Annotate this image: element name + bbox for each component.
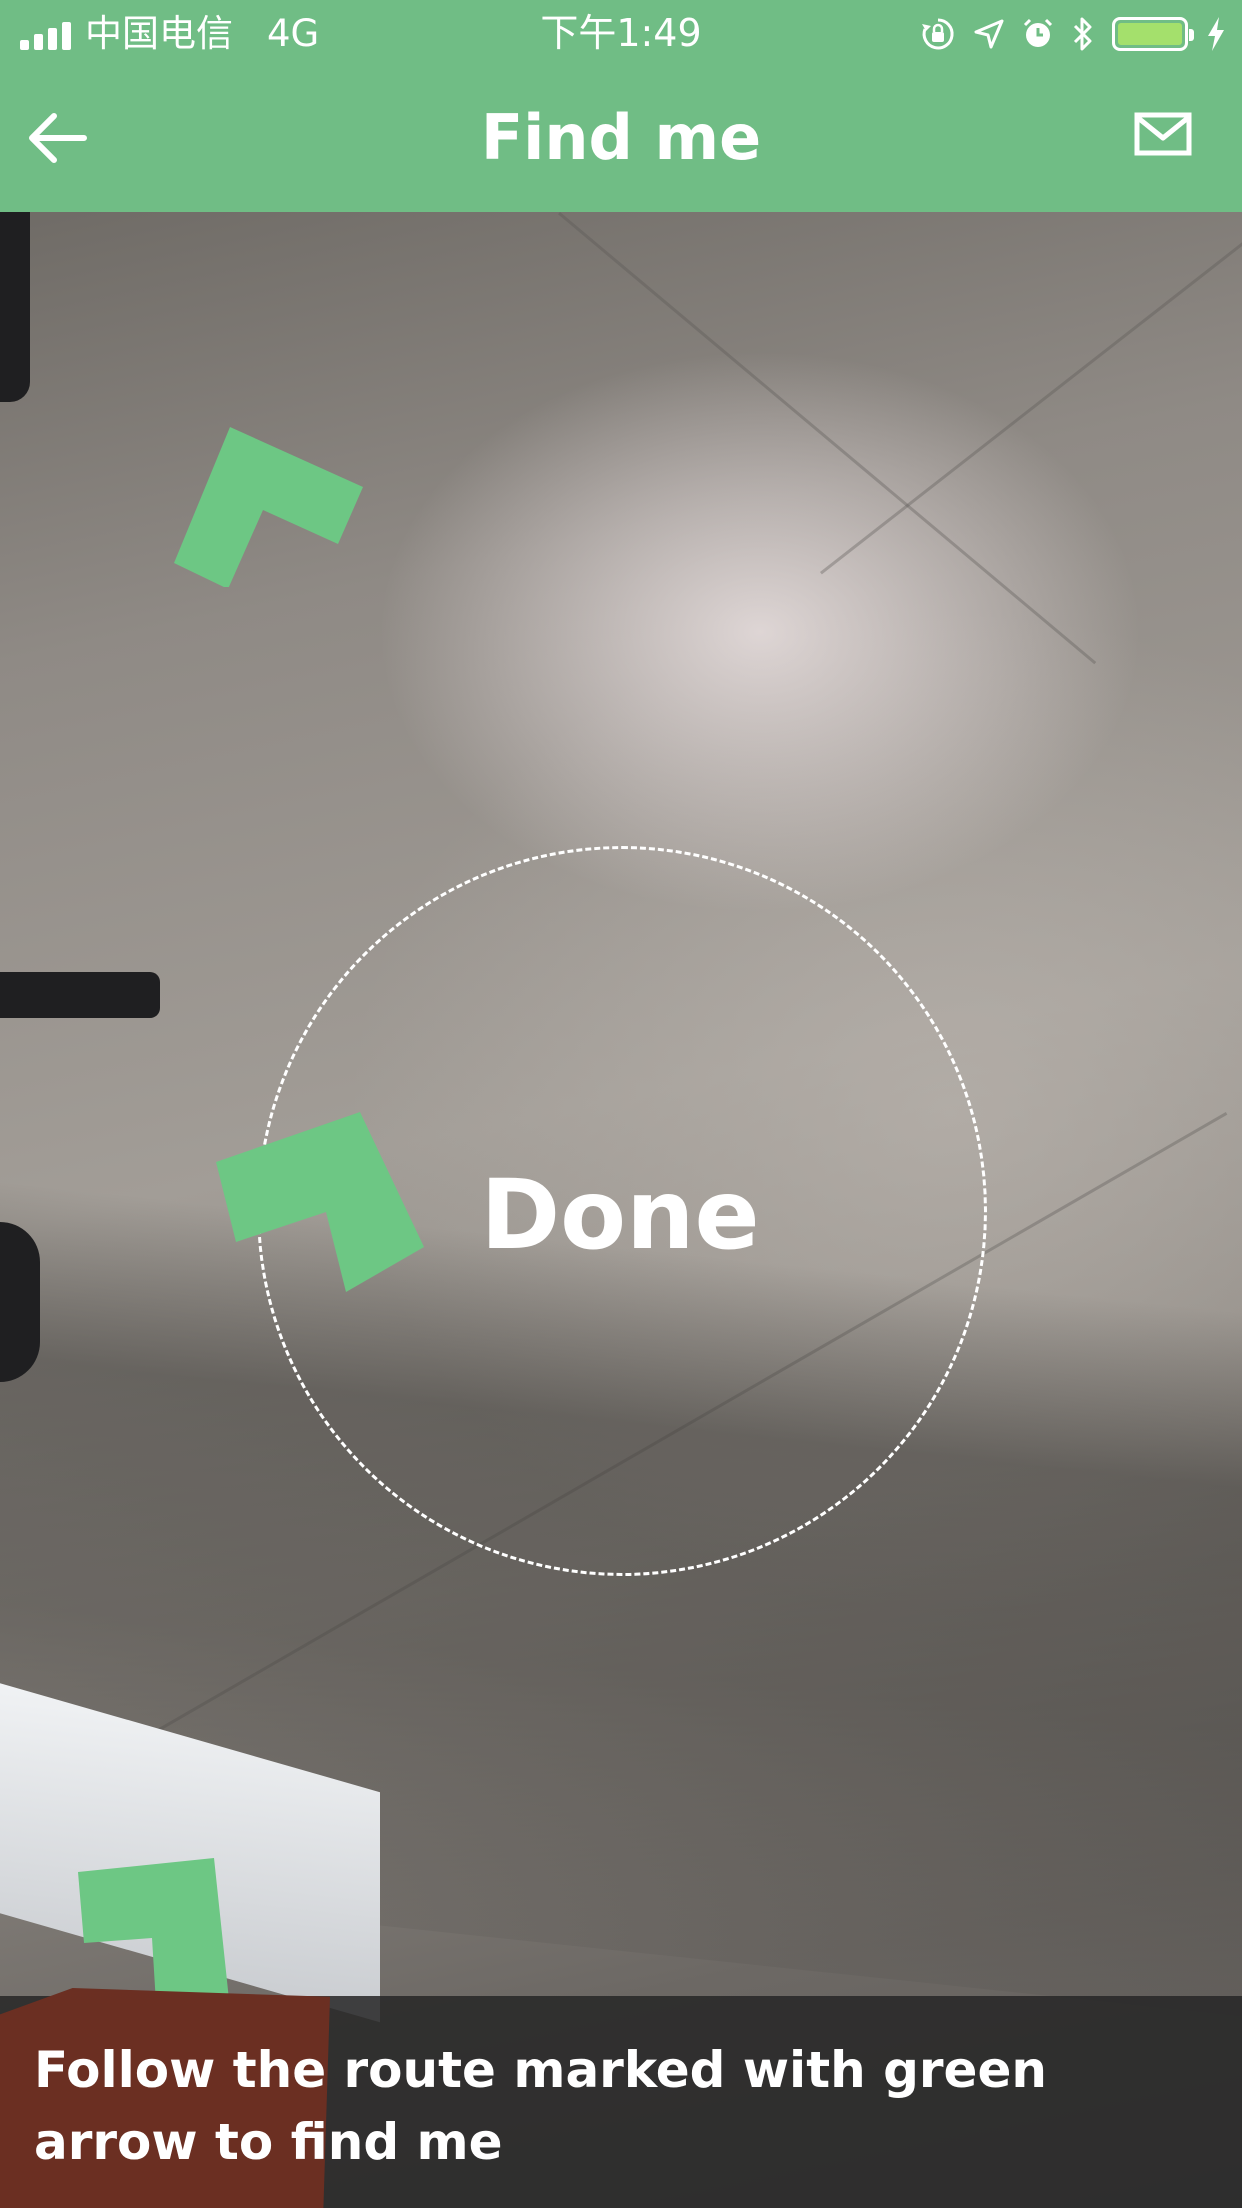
battery-icon xyxy=(1112,17,1194,51)
mail-button[interactable] xyxy=(1134,112,1192,156)
status-bar: 中国电信 4G 下午1:49 xyxy=(0,0,1242,66)
navigation-bar: Find me xyxy=(0,66,1242,212)
location-arrow-icon xyxy=(974,19,1004,49)
chair-leg xyxy=(0,972,160,1018)
battery-fill xyxy=(1118,23,1182,45)
route-hint-text: Follow the route marked with green arrow… xyxy=(34,2041,1047,2171)
done-label[interactable]: Done xyxy=(450,1160,790,1270)
chair-leg xyxy=(0,212,30,402)
green-arrow-icon xyxy=(216,1112,424,1292)
bluetooth-icon xyxy=(1073,17,1092,51)
alarm-icon xyxy=(1023,18,1053,47)
mail-icon xyxy=(1134,112,1192,156)
green-arrow-icon xyxy=(174,427,363,587)
rotation-lock-icon xyxy=(922,18,954,50)
page-title: Find me xyxy=(480,101,762,174)
floor-tile-line xyxy=(820,212,1242,575)
charging-icon xyxy=(1208,17,1224,51)
status-right xyxy=(920,12,1226,56)
chair-leg xyxy=(0,1222,40,1382)
camera-view: Done xyxy=(0,212,1242,2208)
floor-tile-line xyxy=(558,212,1097,665)
